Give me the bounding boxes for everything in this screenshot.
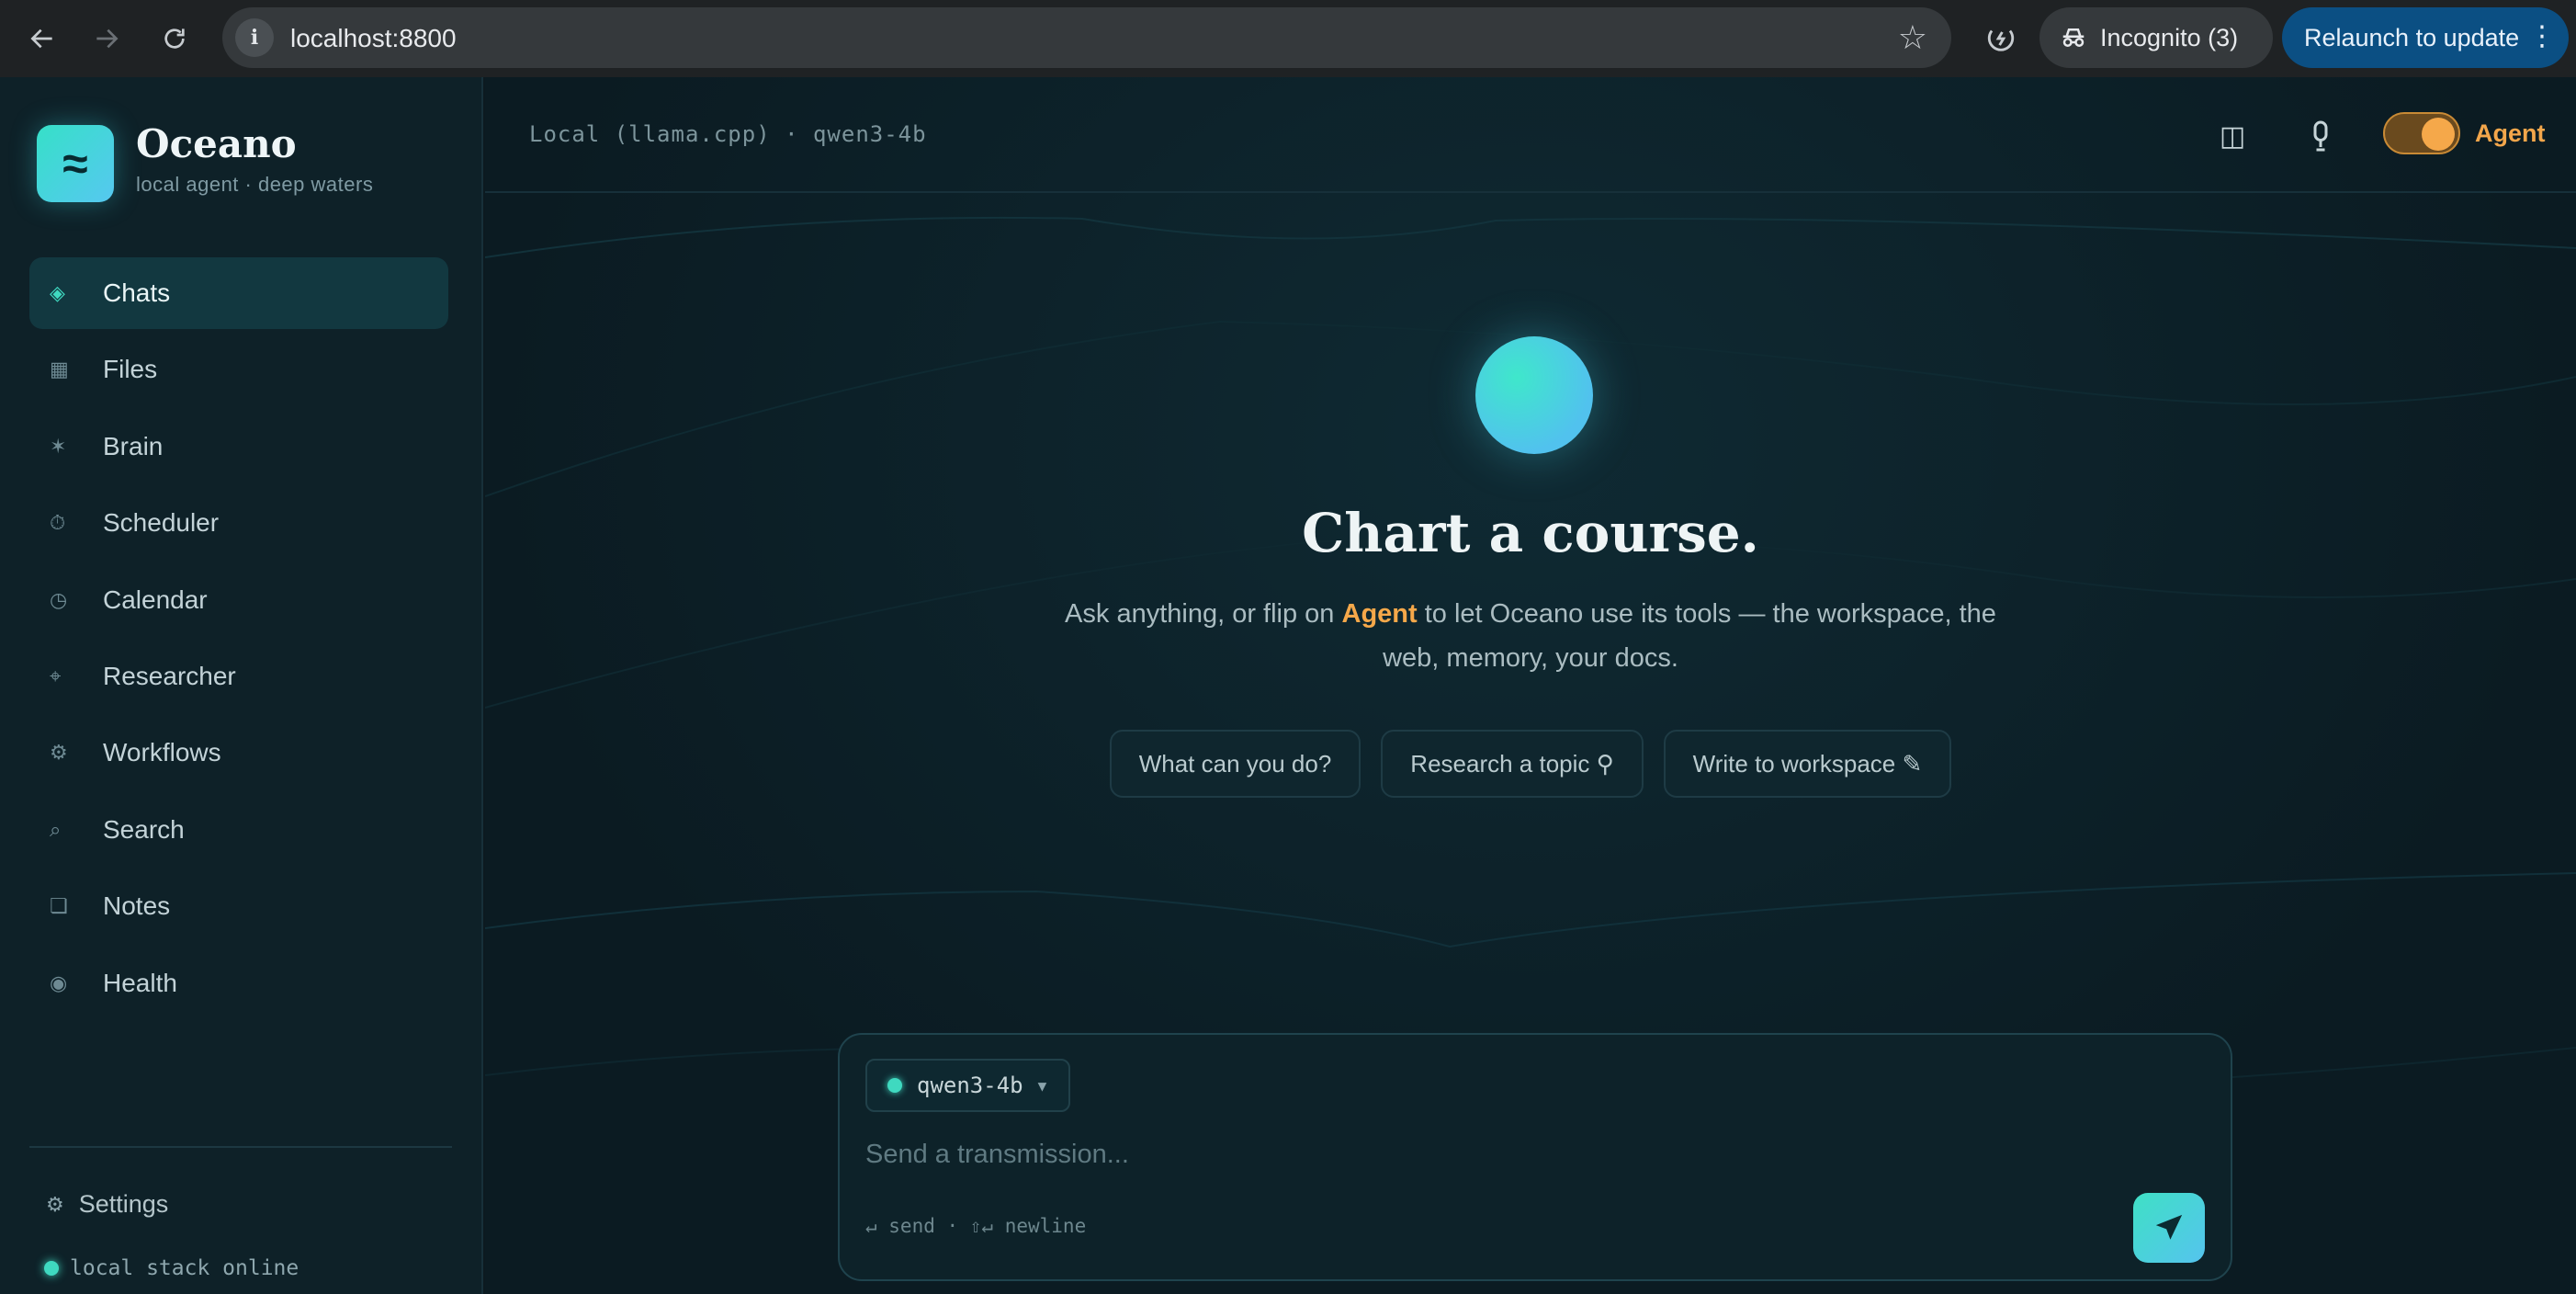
sidebar-nav: ◈ Chats ▦ Files ✶ Brain ⏱ Scheduler ◷ Ca… (29, 257, 448, 1024)
hero-title: Chart a course. (1302, 502, 1759, 564)
provider-label: Local (llama.cpp) · qwen3-4b (529, 121, 927, 147)
brand-tagline: local agent · deep waters (136, 173, 374, 196)
model-status-dot-icon (887, 1078, 902, 1093)
status-dot-icon (44, 1261, 59, 1276)
chip-write-workspace[interactable]: Write to workspace ✎ (1663, 730, 1952, 798)
microphone-icon[interactable] (2300, 116, 2341, 156)
sidebar-item-label: Chats (103, 278, 171, 307)
star-icon[interactable]: ☆ (1898, 18, 1927, 57)
sidebar-item-label: Workflows (103, 738, 221, 767)
chevron-down-icon: ▼ (1037, 1076, 1047, 1095)
logo-icon: ≈ (37, 125, 114, 202)
main-panel: Local (llama.cpp) · qwen3-4b ◫ Agent Cha… (485, 77, 2576, 1294)
reload-icon (164, 28, 185, 49)
address-bar[interactable]: i localhost:8800 ☆ (222, 7, 1951, 68)
arrow-left-icon (30, 28, 52, 49)
arrow-right-icon (96, 28, 119, 49)
sidebar-item-label: Search (103, 814, 185, 844)
square-icon: ▦ (50, 358, 69, 381)
forward-button[interactable] (81, 13, 132, 64)
crosshair-icon: ⌖ (50, 664, 62, 687)
sidebar: ≈ Oceano local agent · deep waters ◈ Cha… (0, 77, 483, 1294)
search-icon: ⌕ (50, 817, 62, 841)
diamond-icon: ◈ (50, 281, 65, 304)
top-bar: Local (llama.cpp) · qwen3-4b ◫ Agent (485, 77, 2576, 193)
clock-icon: ◷ (50, 587, 68, 611)
sidebar-item-researcher[interactable]: ⌖ Researcher (29, 641, 448, 712)
info-icon[interactable]: i (235, 18, 274, 57)
incognito-button[interactable]: Incognito (3) (2039, 7, 2273, 68)
sidebar-item-files[interactable]: ▦ Files (29, 334, 448, 405)
sidebar-item-label: Calendar (103, 585, 208, 614)
composer-hint: ↵ send · ⇧↵ newline (865, 1215, 1087, 1237)
incognito-label: Incognito (3) (2100, 23, 2239, 51)
orb-icon (1475, 336, 1593, 454)
message-input[interactable] (865, 1132, 2133, 1176)
sidebar-item-label: Health (103, 968, 177, 997)
reload-button[interactable] (149, 13, 200, 64)
send-icon (2155, 1214, 2183, 1240)
settings-label: Settings (78, 1190, 169, 1218)
sidebar-item-label: Brain (103, 431, 164, 460)
status-text: local stack online (70, 1256, 299, 1280)
relaunch-label: Relaunch to update (2304, 23, 2520, 51)
extension-icon[interactable] (1975, 13, 2027, 64)
relaunch-button[interactable]: Relaunch to update ⋮ (2282, 7, 2569, 68)
incognito-icon (2062, 28, 2085, 47)
gear-icon: ⚙ (50, 741, 68, 765)
agent-label: Agent (2475, 119, 2546, 147)
sidebar-item-brain[interactable]: ✶ Brain (29, 411, 448, 482)
sidebar-item-label: Scheduler (103, 508, 220, 538)
settings-link[interactable]: ⚙ Settings (46, 1190, 168, 1219)
model-selector[interactable]: qwen3-4b ▼ (865, 1059, 1071, 1112)
chip-what-can-you-do[interactable]: What can you do? (1109, 730, 1361, 798)
asterisk-icon: ✶ (50, 434, 67, 458)
sidebar-item-label: Researcher (103, 661, 236, 690)
sidebar-item-search[interactable]: ⌕ Search (29, 794, 448, 866)
sidebar-item-workflows[interactable]: ⚙ Workflows (29, 717, 448, 789)
hero-sub-highlight: Agent (1341, 599, 1418, 629)
chip-research-topic[interactable]: Research a topic ⚲ (1381, 730, 1644, 798)
pulse-icon: ◉ (50, 970, 68, 994)
sidebar-item-chats[interactable]: ◈ Chats (29, 257, 448, 329)
sidebar-item-scheduler[interactable]: ⏱ Scheduler (29, 487, 448, 559)
agent-toggle[interactable] (2383, 112, 2460, 154)
sidebar-divider (29, 1146, 452, 1148)
more-vert-icon[interactable]: ⋮ (2528, 20, 2556, 53)
brand-name: Oceano (136, 121, 297, 166)
toggle-knob (2422, 118, 2455, 151)
browser-toolbar: i localhost:8800 ☆ Incognito (3) Relaunc… (0, 0, 2576, 77)
sidebar-item-label: Files (103, 355, 158, 384)
split-view-icon[interactable]: ◫ (2212, 116, 2253, 156)
url-text: localhost:8800 (290, 24, 457, 52)
suggestion-chips: What can you do? Research a topic ⚲ Writ… (485, 730, 2576, 798)
hero-sub-before: Ask anything, or flip on (1065, 599, 1342, 629)
sidebar-item-calendar[interactable]: ◷ Calendar (29, 564, 448, 636)
gear-icon: ⚙ (46, 1192, 64, 1216)
sidebar-item-label: Notes (103, 891, 171, 921)
hero-sub-after: to let Oceano use its tools — the worksp… (1383, 599, 1996, 673)
stack-status: local stack online (44, 1256, 299, 1280)
send-button[interactable] (2133, 1193, 2205, 1263)
model-name: qwen3-4b (917, 1073, 1023, 1098)
hero-subtitle: Ask anything, or flip on Agent to let Oc… (1036, 592, 2025, 680)
sidebar-item-health[interactable]: ◉ Health (29, 948, 448, 1019)
sidebar-item-notes[interactable]: ❏ Notes (29, 870, 448, 942)
timer-icon: ⏱ (50, 511, 66, 535)
composer: qwen3-4b ▼ ↵ send · ⇧↵ newline (838, 1033, 2232, 1281)
note-icon: ❏ (50, 894, 68, 918)
back-button[interactable] (17, 13, 68, 64)
